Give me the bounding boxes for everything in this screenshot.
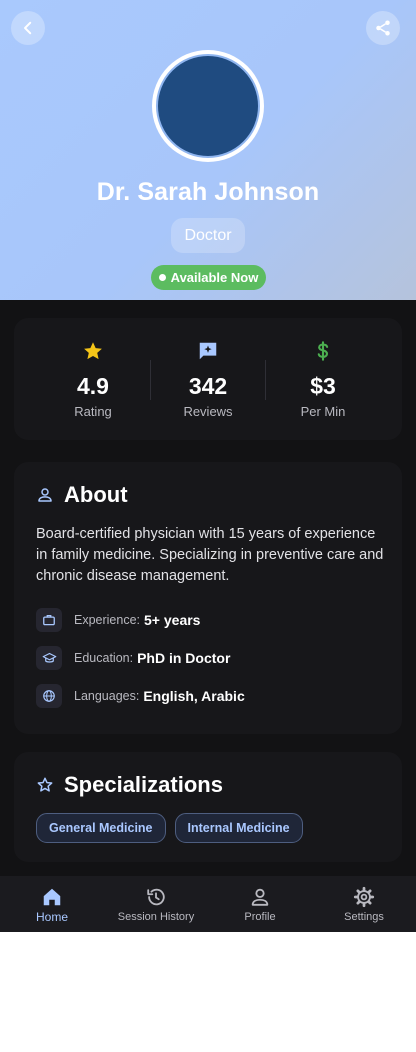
status-dot-icon (158, 274, 166, 281)
info-label: Languages: (74, 689, 140, 703)
about-card: About Board-certified physician with 15 … (14, 462, 402, 734)
nav-label: Home (35, 910, 68, 924)
briefcase-icon (43, 614, 55, 626)
stat-label: Per Min (300, 404, 346, 419)
nav-item-home[interactable]: Home (0, 876, 104, 932)
nav-label: Settings (344, 911, 384, 923)
bottom-navigation: Home Session History Profile Settings (0, 876, 416, 932)
graduation-cap-icon (42, 652, 56, 663)
stat-price: $3 Per Min (265, 318, 381, 440)
nav-label: Session History (117, 911, 195, 923)
about-header: About (36, 481, 128, 509)
profile-icon (251, 888, 269, 906)
info-row-education: Education: PhD in Doctor (36, 646, 230, 670)
doctor-profile-screen: Dr. Sarah Johnson Doctor Available Now 4… (0, 0, 416, 932)
doctor-name: Dr. Sarah Johnson (96, 178, 320, 206)
stat-reviews: 342 Reviews (150, 318, 266, 440)
specializations-card: Specializations General Medicine Interna… (14, 752, 402, 862)
home-icon (43, 888, 61, 906)
stat-label: Rating (74, 404, 112, 419)
globe-icon (43, 690, 55, 702)
avatar (152, 50, 264, 162)
specialization-chip[interactable]: General Medicine (36, 813, 166, 843)
dollar-icon (317, 341, 329, 361)
availability-label: Available Now (170, 270, 259, 285)
stat-value: 342 (188, 373, 228, 399)
stat-label: Reviews (183, 404, 233, 419)
specializations-header: Specializations (36, 771, 223, 799)
star-icon (84, 342, 102, 360)
info-value: 5+ years (144, 612, 201, 628)
info-label: Experience: (74, 613, 141, 627)
stat-value: 4.9 (77, 373, 109, 399)
nav-label: Profile (244, 911, 276, 923)
star-outline-icon (37, 777, 53, 792)
role-badge: Doctor (171, 218, 245, 253)
nav-item-session-history[interactable]: Session History (104, 876, 208, 932)
avatar-image (156, 54, 260, 158)
availability-badge: Available Now (151, 265, 266, 290)
section-title: About (64, 482, 128, 507)
profile-header: Dr. Sarah Johnson Doctor Available Now (0, 0, 416, 300)
chevron-left-icon (24, 21, 32, 35)
stat-value: $3 (310, 373, 336, 399)
nav-item-settings[interactable]: Settings (312, 876, 416, 932)
person-icon (38, 488, 52, 502)
share-icon (376, 20, 390, 36)
review-icon (199, 342, 217, 360)
info-value: English, Arabic (143, 688, 245, 704)
specialization-list: General Medicine Internal Medicine (36, 813, 303, 843)
info-value: PhD in Doctor (137, 650, 231, 666)
specialization-chip[interactable]: Internal Medicine (174, 813, 303, 843)
nav-item-profile[interactable]: Profile (208, 876, 312, 932)
share-button[interactable] (366, 11, 400, 45)
info-row-languages: Languages: English, Arabic (36, 684, 245, 708)
history-icon (147, 888, 165, 906)
stat-rating: 4.9 Rating (35, 318, 151, 440)
stats-card: 4.9 Rating 342 Reviews $3 Per Min (14, 318, 402, 440)
back-button[interactable] (11, 11, 45, 45)
section-title: Specializations (64, 772, 223, 797)
info-label: Education: (74, 651, 134, 665)
settings-icon (353, 886, 375, 908)
about-description: Board-certified physician with 15 years … (36, 526, 384, 584)
info-row-experience: Experience: 5+ years (36, 608, 200, 632)
